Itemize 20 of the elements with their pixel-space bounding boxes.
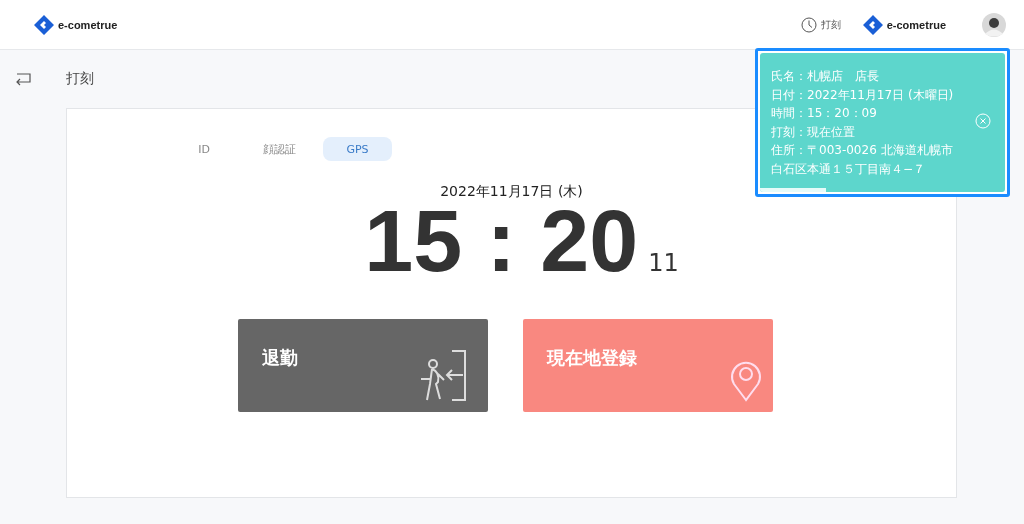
toast-line: 白石区本通１５丁目南４−７ bbox=[771, 160, 926, 178]
toast-line: 日付：2022年11月17日 (木曜日) bbox=[771, 86, 954, 104]
punch-link[interactable]: 打刻 bbox=[800, 16, 841, 33]
tab[interactable]: ID bbox=[173, 137, 235, 161]
back-icon[interactable] bbox=[15, 72, 32, 86]
logo-icon bbox=[34, 14, 54, 35]
tab[interactable]: 顔認証 bbox=[248, 137, 310, 161]
logo-text: e-cometrue bbox=[886, 18, 946, 31]
toast-line: 時間：15：20：09 bbox=[771, 105, 877, 122]
avatar-icon[interactable] bbox=[982, 12, 1006, 37]
toast-line: 氏名：札幌店 店長 bbox=[771, 68, 879, 85]
toast-line: 住所：〒003-0026 北海道札幌市 bbox=[771, 142, 953, 159]
location-button[interactable]: 現在地登録 bbox=[523, 319, 773, 413]
clock-seconds: 11 bbox=[648, 249, 679, 277]
page-title: 打刻 bbox=[66, 70, 94, 88]
clock-out-button[interactable]: 退勤 bbox=[238, 319, 488, 413]
tab[interactable]: GPS bbox=[323, 137, 392, 161]
logo-icon bbox=[862, 14, 883, 35]
logo-text: e-cometrue bbox=[58, 18, 118, 31]
toast-line: 打刻：現在位置 bbox=[771, 123, 855, 141]
